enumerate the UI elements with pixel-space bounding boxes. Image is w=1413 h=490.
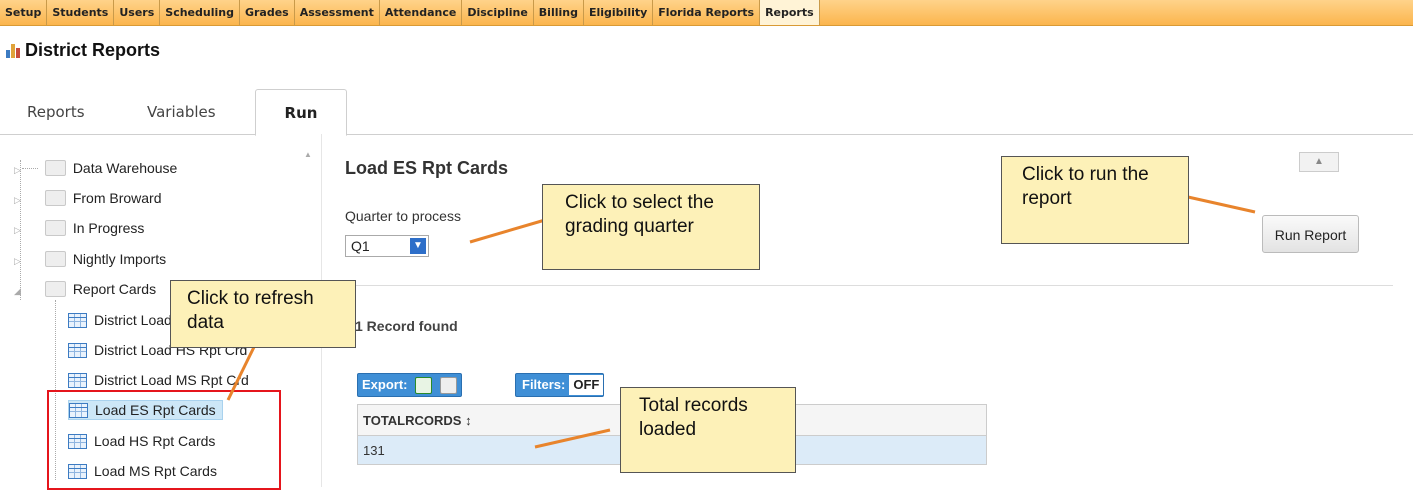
quarter-label: Quarter to process [345,208,461,224]
divider [345,285,1393,286]
table-icon [68,312,87,328]
tab-variables[interactable]: Variables [147,89,216,134]
records-found-text: 1 Record found [355,318,458,334]
expand-arrow-icon[interactable]: ▷ [14,165,21,175]
callout-refresh: Click to refresh data [170,280,356,348]
callout-run: Click to run the report [1001,156,1189,244]
filters-toggle[interactable]: Filters: OFF [515,373,605,397]
top-menu-bar: Setup Students Users Scheduling Grades A… [0,0,1413,26]
menu-assessment[interactable]: Assessment [295,0,380,25]
page-title-text: District Reports [25,40,161,60]
menu-discipline[interactable]: Discipline [462,0,534,25]
tab-reports[interactable]: Reports [27,89,85,134]
run-report-button[interactable]: Run Report [1262,215,1359,253]
menu-grades[interactable]: Grades [240,0,295,25]
tree-folder-data-warehouse[interactable]: ▷ Data Warehouse [14,157,177,179]
excel-icon[interactable] [415,377,433,395]
filters-state: OFF [569,375,604,395]
menu-setup[interactable]: Setup [0,0,48,25]
collapse-panel-icon[interactable]: ▲ [1299,152,1339,172]
tree-folder-report-cards[interactable]: ◢ Report Cards [14,278,156,300]
callout-pointer-quarter [469,218,546,244]
print-icon[interactable] [439,377,457,395]
collapse-arrow-icon[interactable]: ◢ [14,286,21,296]
chevron-down-icon[interactable]: ▼ [410,238,426,254]
expand-arrow-icon[interactable]: ▷ [14,256,21,266]
folder-icon [44,220,66,237]
quarter-select[interactable]: Q1 ▼ [345,235,429,257]
menu-attendance[interactable]: Attendance [380,0,463,25]
menu-scheduling[interactable]: Scheduling [160,0,240,25]
bar-chart-icon [6,43,20,58]
menu-eligibility[interactable]: Eligibility [584,0,654,25]
tree-folder-in-progress[interactable]: ▷ In Progress [14,217,144,239]
table-icon [68,372,87,388]
folder-icon [44,190,66,207]
callout-pointer-run [1187,195,1256,214]
folder-icon [44,160,66,177]
expand-arrow-icon[interactable]: ▷ [14,195,21,205]
menu-reports[interactable]: Reports [760,0,820,25]
table-icon [68,342,87,358]
highlight-box [47,390,281,490]
expand-arrow-icon[interactable]: ▷ [14,225,21,235]
tab-run[interactable]: Run [255,89,347,136]
tree-report-district-load-ms[interactable]: District Load MS Rpt Crd [68,369,249,391]
callout-total: Total records loaded [620,387,796,473]
menu-billing[interactable]: Billing [534,0,584,25]
folder-icon [44,281,66,298]
menu-florida-reports[interactable]: Florida Reports [653,0,761,25]
report-heading: Load ES Rpt Cards [345,158,509,178]
callout-quarter: Click to select the grading quarter [542,184,760,270]
tab-strip: Reports Variables Run [0,89,1413,136]
tree-folder-from-broward[interactable]: ▷ From Broward [14,187,162,209]
menu-students[interactable]: Students [47,0,115,25]
folder-icon [44,251,66,268]
page-title: District Reports [6,40,160,61]
menu-users[interactable]: Users [114,0,161,25]
tree-folder-nightly-imports[interactable]: ▷ Nightly Imports [14,248,166,270]
export-toolbar: Export: [357,373,462,397]
scroll-up-arrow-icon[interactable]: ▲ [304,150,312,159]
